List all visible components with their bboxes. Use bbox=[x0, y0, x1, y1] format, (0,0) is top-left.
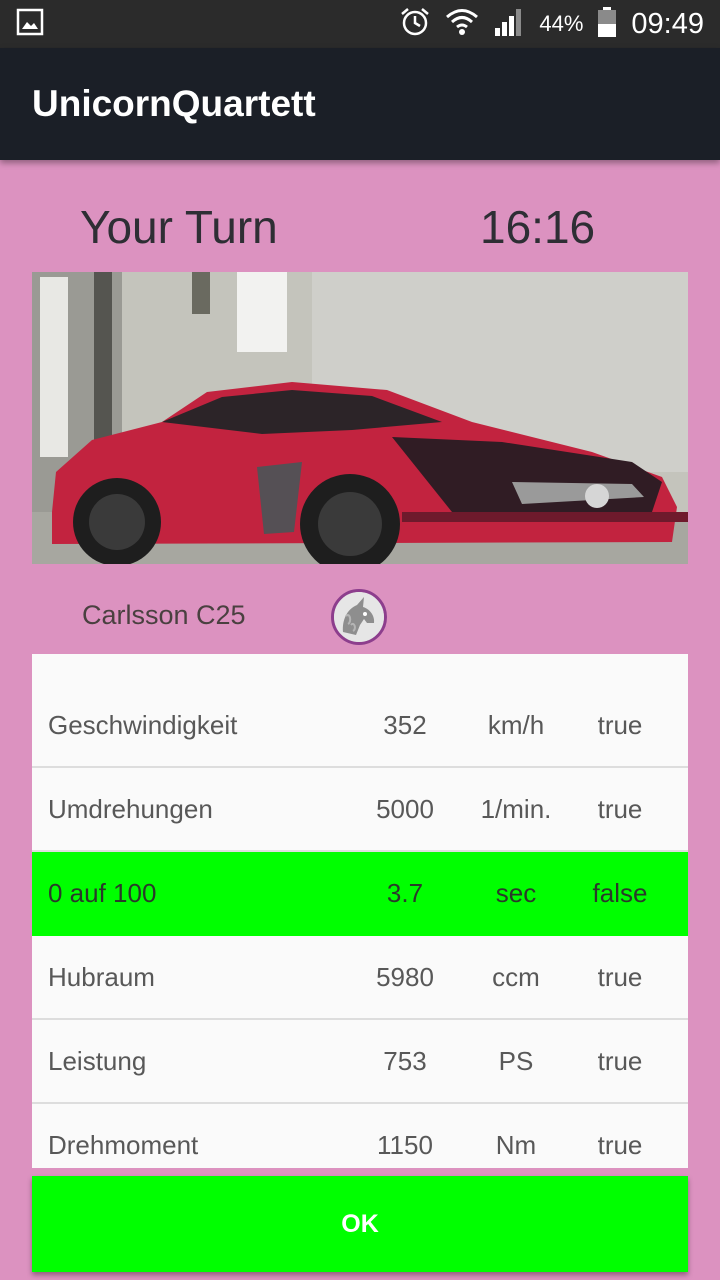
stat-row-hubraum[interactable]: Hubraum 5980 ccm true bbox=[32, 936, 688, 1020]
battery-percent: 44% bbox=[539, 11, 584, 36]
stat-flag: true bbox=[597, 1130, 643, 1160]
stat-row-umdrehungen[interactable]: Umdrehungen 5000 1/min. true bbox=[32, 768, 688, 852]
car-name: Carlsson C25 bbox=[82, 600, 246, 630]
app-title: UnicornQuartett bbox=[32, 83, 316, 124]
stat-unit: Nm bbox=[495, 1130, 537, 1160]
stat-value: 1150 bbox=[377, 1130, 433, 1160]
alarm-icon bbox=[399, 6, 431, 43]
battery-icon bbox=[597, 6, 617, 43]
stat-flag: true bbox=[597, 962, 643, 992]
clock: 09:49 bbox=[631, 7, 704, 40]
stat-row-leistung[interactable]: Leistung 753 PS true bbox=[32, 1020, 688, 1104]
stat-flag: true bbox=[597, 710, 643, 740]
status-bar: 44% 09:49 bbox=[0, 0, 720, 48]
stats-table: Geschwindigkeit 352 km/h true Umdrehunge… bbox=[32, 654, 688, 1168]
turn-timer: 16:16 bbox=[480, 201, 596, 253]
stat-name: Hubraum bbox=[48, 962, 155, 992]
stat-unit: sec bbox=[495, 878, 537, 908]
stat-value: 3.7 bbox=[386, 878, 424, 908]
unicorn-icon bbox=[331, 589, 387, 645]
stat-value: 352 bbox=[383, 710, 427, 740]
stat-row-drehmoment[interactable]: Drehmoment 1150 Nm true bbox=[32, 1104, 688, 1168]
stat-row-geschwindigkeit[interactable]: Geschwindigkeit 352 km/h true bbox=[32, 684, 688, 768]
stat-row-0-auf-100[interactable]: 0 auf 100 3.7 sec false bbox=[32, 852, 688, 936]
stat-name: Geschwindigkeit bbox=[48, 710, 238, 740]
stat-name: Drehmoment bbox=[48, 1130, 199, 1160]
app-bar: UnicornQuartett bbox=[0, 48, 720, 160]
stat-name: Leistung bbox=[48, 1046, 147, 1076]
stat-value: 5000 bbox=[376, 794, 434, 824]
stat-unit: ccm bbox=[492, 962, 540, 992]
stat-flag: true bbox=[597, 1046, 643, 1076]
stat-flag: true bbox=[597, 794, 643, 824]
gallery-icon bbox=[16, 8, 44, 41]
stat-unit: PS bbox=[498, 1046, 534, 1076]
wifi-icon bbox=[445, 6, 479, 43]
turn-label: Your Turn bbox=[80, 201, 278, 253]
ok-button[interactable]: OK bbox=[32, 1176, 688, 1272]
car-image bbox=[32, 272, 688, 564]
signal-icon bbox=[493, 6, 525, 43]
stat-unit: km/h bbox=[487, 710, 545, 740]
stat-value: 753 bbox=[383, 1046, 427, 1076]
stat-name: 0 auf 100 bbox=[48, 878, 157, 908]
stat-flag: false bbox=[592, 878, 648, 908]
stat-name: Umdrehungen bbox=[48, 794, 213, 824]
stat-value: 5980 bbox=[376, 962, 434, 992]
stat-unit: 1/min. bbox=[480, 794, 552, 824]
